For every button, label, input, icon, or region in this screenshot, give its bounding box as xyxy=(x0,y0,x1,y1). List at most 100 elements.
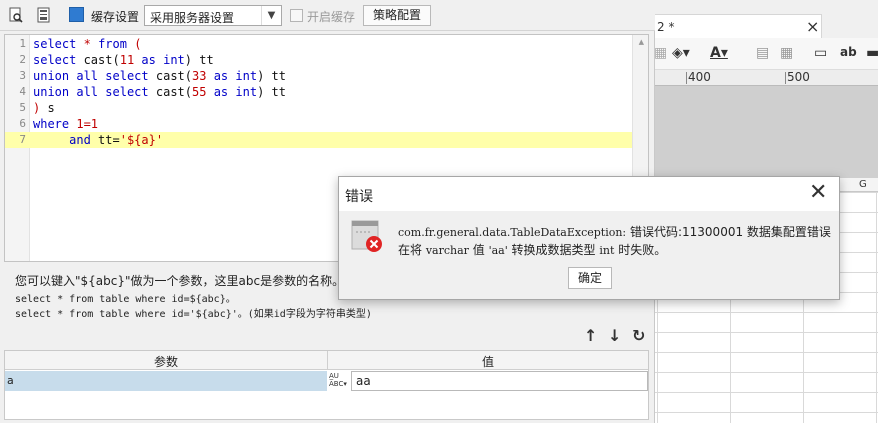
code-token: * xyxy=(83,37,91,51)
header-param: 参数 xyxy=(153,355,178,369)
code-token: ) tt xyxy=(257,69,286,83)
cache-settings-label: 缓存设置 xyxy=(91,10,140,24)
scroll-up-icon[interactable]: ▲ xyxy=(639,38,644,46)
code-token: select xyxy=(33,37,77,51)
code-text: union all select cast(33 as int) tt xyxy=(33,68,286,84)
code-token: 33 xyxy=(192,69,207,83)
code-token: where xyxy=(33,117,70,131)
msg-value: 'aa' xyxy=(488,244,508,257)
close-icon[interactable]: ✕ xyxy=(809,180,827,206)
value-type-icon[interactable]: A̲U ABC▾ xyxy=(329,372,351,390)
designer-tab-label: 2 * xyxy=(657,20,675,34)
chevron-down-icon[interactable]: ▼ xyxy=(261,6,281,25)
fill-color-icon[interactable]: ◈▾ xyxy=(672,45,690,61)
msg-part: 转换成数据类型 xyxy=(507,243,600,257)
error-dialog-title: 错误 xyxy=(345,189,373,205)
code-token: int xyxy=(163,53,185,67)
refresh-icon[interactable]: ↻ xyxy=(632,326,645,345)
move-down-icon[interactable]: ↓ xyxy=(608,326,621,345)
code-text: and tt='${a}' xyxy=(33,132,163,148)
code-line[interactable]: 1 select * from ( xyxy=(5,36,633,52)
code-token: 11 xyxy=(119,53,135,67)
code-token: union xyxy=(33,85,70,99)
code-text: select cast(11 as int) tt xyxy=(33,52,214,68)
code-line[interactable]: 2 select cast(11 as int) tt xyxy=(5,52,633,68)
code-token: all xyxy=(76,85,99,99)
code-token: and xyxy=(69,133,91,147)
code-token: ) tt xyxy=(184,53,214,67)
code-token: int xyxy=(235,69,258,83)
merge-cells-icon[interactable]: ▭ xyxy=(814,45,827,61)
param-value-input[interactable]: aa xyxy=(351,371,648,391)
code-token: select xyxy=(33,53,77,67)
code-token: cast( xyxy=(148,85,192,99)
code-token: as xyxy=(213,85,229,99)
code-token: tt= xyxy=(90,133,120,147)
code-token: '${a}' xyxy=(119,133,164,147)
exception-class: com.fr.general.data.TableDataException: xyxy=(398,226,627,239)
cache-mode-select[interactable]: 采用服务器设置 ▼ xyxy=(144,5,282,26)
table-row[interactable]: a A̲U ABC▾ aa xyxy=(5,371,648,391)
code-token: 1=1 xyxy=(76,117,99,131)
strategy-config-button[interactable]: 策略配置 xyxy=(363,5,431,26)
designer-tab[interactable]: 2 * × xyxy=(652,14,822,38)
font-color-icon[interactable]: A▾ xyxy=(710,45,728,61)
param-name-cell[interactable]: a xyxy=(5,371,327,391)
code-line[interactable]: 5 ) s xyxy=(5,100,633,116)
error-code-text: 错误代码:11300001 数据集配置错误 xyxy=(626,225,831,239)
text-style-icon[interactable]: ab xyxy=(840,45,857,59)
code-text: union all select cast(55 as int) tt xyxy=(33,84,286,100)
parameter-table-header: 参数 值 xyxy=(5,351,648,370)
code-token: ) tt xyxy=(257,85,286,99)
error-message-line-1: com.fr.general.data.TableDataException: … xyxy=(398,223,831,240)
move-up-icon[interactable]: ↑ xyxy=(584,326,597,345)
cache-mode-value: 采用服务器设置 xyxy=(150,11,235,25)
sql-format-icon[interactable] xyxy=(36,7,52,23)
help-line-2: select * from table where id=${abc}。 xyxy=(15,294,236,305)
code-line[interactable]: 7 and tt='${a}' xyxy=(5,132,633,148)
code-text: where 1=1 xyxy=(33,116,98,132)
help-line-1: 您可以键入"${abc}"做为一个参数，这里abc是参数的名称。例 xyxy=(15,274,357,288)
code-token: select xyxy=(105,85,149,99)
type-icon-top: A̲U xyxy=(329,372,339,380)
msg-type-varchar: varchar xyxy=(425,244,469,257)
close-icon[interactable]: × xyxy=(806,17,819,36)
enable-cache-checkbox[interactable] xyxy=(290,9,303,22)
code-token: ( xyxy=(134,37,142,51)
parameter-table: 参数 值 a A̲U ABC▾ aa xyxy=(4,350,649,420)
editor-toolbar: 缓存设置 采用服务器设置 ▼ 开启缓存 策略配置 xyxy=(0,0,655,31)
ok-button[interactable]: 确定 xyxy=(568,267,612,289)
enable-cache-label: 开启缓存 xyxy=(307,10,356,24)
ruler-label: 500 xyxy=(787,70,810,84)
code-token: int xyxy=(235,85,258,99)
error-message-line-2: 在将 varchar 值 'aa' 转换成数据类型 int 时失败。 xyxy=(398,241,666,258)
line-number: 6 xyxy=(19,117,26,130)
cell-format-icon[interactable]: ▦ xyxy=(654,45,667,61)
code-line[interactable]: 6 where 1=1 xyxy=(5,116,633,132)
line-number: 4 xyxy=(19,85,26,98)
msg-part: 在将 xyxy=(398,243,426,257)
preview-icon[interactable] xyxy=(8,7,24,23)
type-icon-bottom: ABC xyxy=(329,380,344,388)
cache-settings-icon[interactable] xyxy=(69,7,84,22)
code-token: cast( xyxy=(76,53,120,67)
code-token: union xyxy=(33,69,70,83)
code-text: ) s xyxy=(33,100,55,116)
column-header-g: G xyxy=(859,179,867,190)
border-icon[interactable]: ▤ xyxy=(756,45,769,61)
more-icon[interactable]: ▬ xyxy=(866,45,878,61)
line-number: 5 xyxy=(19,101,26,114)
code-line[interactable]: 3 union all select cast(33 as int) tt xyxy=(5,68,633,84)
code-line[interactable]: 4 union all select cast(55 as int) tt xyxy=(5,84,633,100)
code-token: select xyxy=(105,69,149,83)
grid-icon[interactable]: ▦ xyxy=(780,45,793,61)
code-token: cast( xyxy=(148,69,192,83)
designer-tab-bar: 2 * × xyxy=(652,0,878,38)
line-number: 1 xyxy=(19,37,26,50)
code-text: select * from ( xyxy=(33,36,141,52)
code-token: as xyxy=(141,53,156,67)
